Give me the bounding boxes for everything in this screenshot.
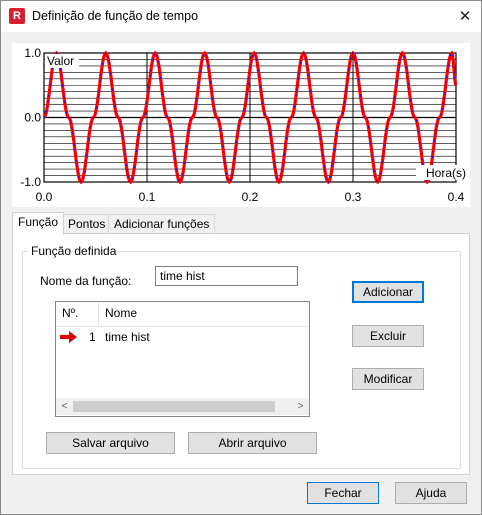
time-function-plot: 1.0 0.0 -1.0 0.0 0.1 0.2 0.3 0.4 Valor Hora(s) [12, 43, 470, 207]
y-axis-label: Valor [47, 54, 74, 68]
function-name-label: Nome da função: [40, 274, 132, 288]
tab-adicionar-funcoes[interactable]: Adicionar funções [108, 214, 216, 234]
row-number: 1 [89, 330, 96, 344]
add-button[interactable]: Adicionar [352, 281, 424, 303]
row-name: time hist [105, 330, 150, 344]
x-tick-label: 0.2 [242, 190, 259, 204]
scroll-thumb[interactable] [73, 401, 275, 412]
modify-button[interactable]: Modificar [352, 368, 424, 390]
y-tick-label: 1.0 [24, 46, 41, 60]
scroll-left-icon[interactable]: < [56, 399, 73, 414]
delete-button[interactable]: Excluir [352, 325, 424, 347]
tab-funcao[interactable]: Função [12, 212, 65, 235]
column-name-header[interactable]: Nome [105, 306, 137, 320]
x-tick-label: 0.4 [448, 190, 465, 204]
dialog-title: Definição de função de tempo [32, 9, 199, 23]
group-title: Função definida [29, 244, 119, 258]
close-icon[interactable]: ✕ [451, 5, 479, 29]
x-tick-label: 0.1 [139, 190, 156, 204]
y-tick-label: 0.0 [24, 111, 41, 125]
function-list[interactable]: Nº. Nome 1 time hist < > [55, 301, 310, 417]
tab-pontos[interactable]: Pontos [62, 214, 112, 234]
list-item[interactable]: 1 time hist [56, 328, 309, 346]
x-tick-label: 0.0 [36, 190, 53, 204]
column-number-header[interactable]: Nº. [62, 306, 78, 320]
scroll-right-icon[interactable]: > [292, 399, 309, 414]
save-file-button[interactable]: Salvar arquivo [46, 432, 175, 454]
x-axis-label: Hora(s) [426, 166, 466, 180]
list-header: Nº. Nome [56, 302, 309, 327]
horizontal-scrollbar[interactable]: < > [56, 398, 309, 415]
red-arrow-icon [60, 331, 77, 343]
time-function-dialog: R Definição de função de tempo ✕ 1.0 0.0-… [0, 0, 482, 515]
column-divider[interactable] [98, 302, 99, 326]
title-bar: R Definição de função de tempo ✕ [1, 1, 481, 32]
y-tick-label: -1.0 [20, 175, 41, 189]
app-logo-icon: R [9, 8, 25, 24]
tab-panel-funcao: Função definida Nome da função: time his… [12, 233, 470, 475]
help-button[interactable]: Ajuda [395, 482, 467, 504]
x-tick-label: 0.3 [345, 190, 362, 204]
open-file-button[interactable]: Abrir arquivo [188, 432, 317, 454]
close-button[interactable]: Fechar [307, 482, 379, 504]
plot-canvas: 1.00.0-1.00.0 0.1 0.2 0.3 0.4ValorHora(s) [20, 46, 466, 204]
function-name-field[interactable]: time hist [155, 266, 298, 286]
